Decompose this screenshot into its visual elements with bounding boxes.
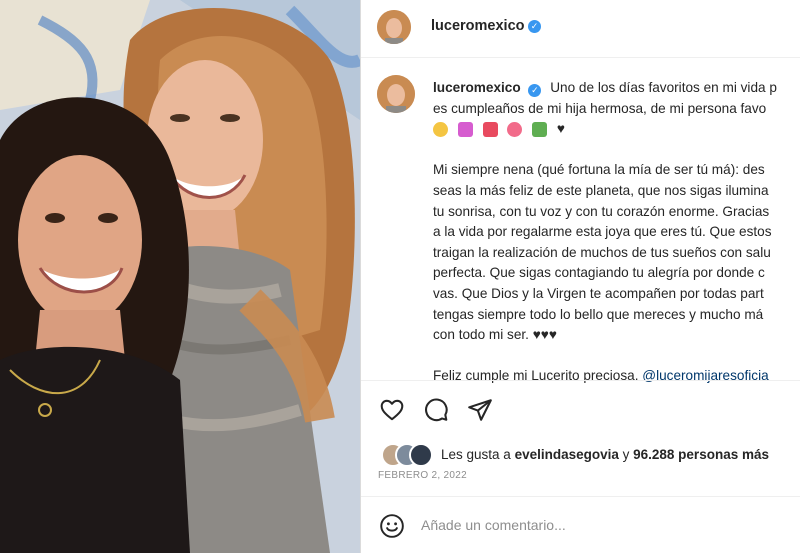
party-popper-icon [457, 122, 473, 138]
post-header: luceromexico ✓ [361, 0, 800, 58]
post-caption: luceromexico ✓ Uno de los días favoritos… [433, 78, 800, 387]
likes-summary: Les gusta a evelindasegovia y 96.288 per… [441, 447, 769, 462]
caption-line: seas la más feliz de este planeta, que n… [433, 182, 769, 198]
comment-icon[interactable] [423, 397, 449, 423]
liker-avatars[interactable] [381, 443, 435, 467]
header-username[interactable]: luceromexico [431, 18, 525, 34]
header-avatar[interactable] [377, 10, 411, 44]
comment-bar [361, 496, 800, 555]
verified-badge-icon: ✓ [528, 20, 541, 33]
post-actions: Les gusta a evelindasegovia y 96.288 per… [361, 380, 800, 554]
post-date[interactable]: FEBRERO 2, 2022 [378, 470, 467, 481]
gift-icon [482, 122, 498, 138]
likes-prefix: Les gusta a [441, 447, 515, 462]
post-sidebar: luceromexico ✓ luceromexico ✓ Uno de los… [360, 0, 800, 553]
post-photo[interactable] [0, 0, 360, 553]
caption-avatar[interactable] [377, 75, 415, 113]
caption-line: luceromexico ✓ Uno de los días favoritos… [433, 78, 800, 99]
caption-line: perfecta. Que sigas contagiando tu alegr… [433, 265, 765, 281]
caption-line: con todo mi ser. ♥♥♥ [433, 327, 557, 343]
flower-bouquet-icon [532, 122, 548, 138]
caption-line: traigan la realización de muchos de tus … [433, 244, 771, 260]
caption-line: vas. Que Dios y la Virgen te acompañen p… [433, 285, 764, 301]
emoji-icon[interactable] [379, 513, 405, 539]
avatar-image [377, 75, 415, 113]
caption-username[interactable]: luceromexico [433, 80, 521, 95]
avatar-image [377, 10, 411, 44]
caption-line: Mi siempre nena (qué fortuna la mía de s… [433, 162, 765, 178]
caption-emoji-line: ♥ [433, 119, 800, 140]
heart-with-ribbon-icon [507, 122, 523, 138]
share-icon[interactable] [467, 397, 493, 423]
black-heart-icon: ♥ [556, 121, 565, 137]
comment-input[interactable] [421, 514, 781, 536]
caption-line: a la vida por regalarme esta joya que er… [433, 224, 772, 240]
likes-count[interactable]: 96.288 personas más [633, 447, 769, 462]
caption-line: tengas siempre todo lo bello que mereces… [433, 306, 764, 322]
likes-middle: y [618, 447, 634, 462]
caption-line: tu sonrisa, con tu voz y con tu corazón … [433, 203, 770, 219]
caption-line: es cumpleaños de mi hija hermosa, de mi … [433, 100, 767, 116]
verified-badge-icon: ✓ [528, 84, 542, 97]
post-photo-art [0, 0, 360, 553]
caption-text: Uno de los días favoritos en mi vida p [550, 80, 777, 95]
sparkle-icon [433, 122, 448, 138]
liker-username[interactable]: evelindasegovia [515, 447, 619, 462]
heart-icon[interactable] [379, 397, 405, 423]
